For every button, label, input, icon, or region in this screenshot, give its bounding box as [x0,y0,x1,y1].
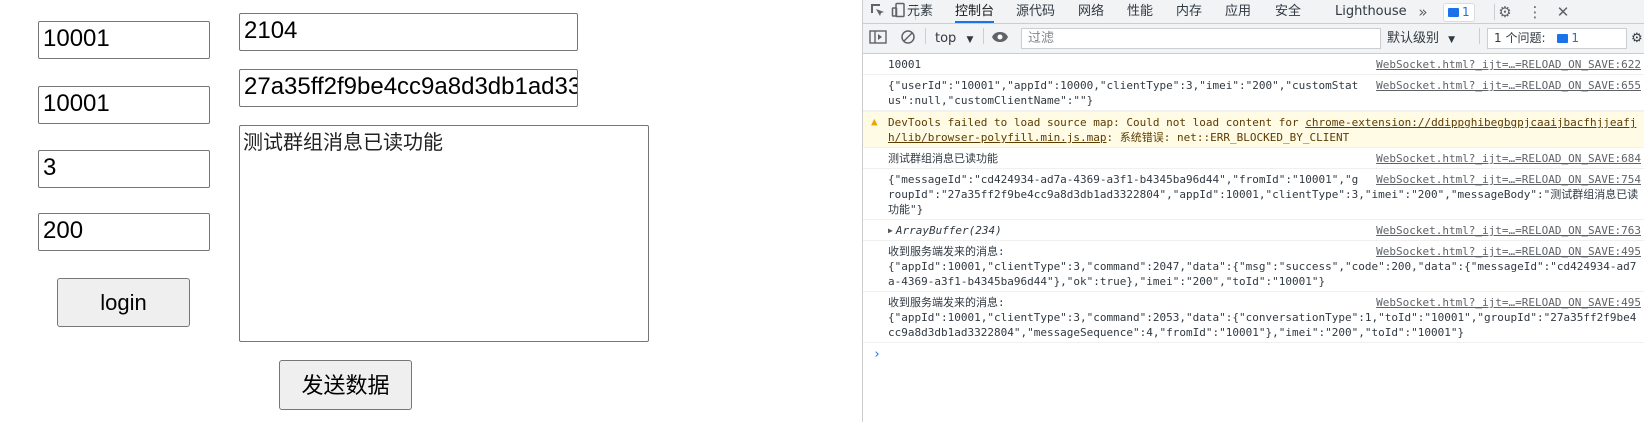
group-id-input[interactable]: 27a35ff2f9be4cc9a8d3db1ad3322804 [239,69,578,107]
close-icon[interactable]: ✕ [1553,2,1573,22]
console-prompt[interactable]: › [863,343,1644,366]
console-object[interactable]: ArrayBuffer(234) [896,224,1002,237]
console-toolbar: top ▼ 过滤 默认级别 ▼ 1 个问题: 1 ⚙ [863,24,1644,54]
filter-input[interactable]: 过滤 [1021,28,1381,49]
device-toolbar-icon[interactable] [889,2,909,22]
console-message: DevTools failed to load source map: Coul… [888,116,1637,144]
devtools-tabbar: 元素 控制台 源代码 网络 性能 内存 应用 安全 Lighthouse » 1… [863,0,1644,24]
issues-count: 1 [1571,31,1579,45]
message-textarea[interactable]: 测试群组消息已读功能 [239,125,649,342]
issues-badge-count: 1 [1462,5,1470,19]
context-label: top [935,31,957,46]
issues-label: 1 个问题: [1494,31,1546,45]
caret-down-icon: ▼ [1448,35,1456,45]
tab-lighthouse[interactable]: Lighthouse [1335,0,1407,23]
issues-badge[interactable]: 1 [1443,3,1475,22]
tab-application[interactable]: 应用 [1225,0,1251,23]
source-link[interactable]: WebSocket.html?_ijt=…=RELOAD_ON_SAVE:684 [1376,151,1641,166]
inspect-element-icon[interactable] [867,2,887,22]
command-input[interactable]: 2104 [239,13,578,51]
log-level-dropdown[interactable]: 默认级别 ▼ [1387,29,1455,49]
user-id-input[interactable]: 10001 [38,21,210,59]
send-data-button[interactable]: 发送数据 [279,360,412,410]
warning-icon: ▲ [871,115,878,128]
clear-console-icon[interactable] [900,29,916,49]
login-button[interactable]: login [57,278,190,327]
tab-security[interactable]: 安全 [1275,0,1301,23]
toolbar-divider-3 [1479,28,1480,44]
client-type-input[interactable]: 3 [38,150,210,188]
tab-performance[interactable]: 性能 [1127,0,1153,23]
message-icon [1557,34,1569,43]
toolbar-divider [925,28,926,44]
source-link[interactable]: WebSocket.html?_ijt=…=RELOAD_ON_SAVE:655 [1376,78,1641,93]
console-settings-gear-icon[interactable]: ⚙ [1631,29,1643,49]
devtools-panel: 元素 控制台 源代码 网络 性能 内存 应用 安全 Lighthouse » 1… [862,0,1644,422]
console-message: {"userId":"10001","appId":10000,"clientT… [888,79,1359,107]
console-message: 10001 [888,58,922,71]
source-link[interactable]: WebSocket.html?_ijt=…=RELOAD_ON_SAVE:622 [1376,57,1641,72]
gear-icon[interactable]: ⚙ [1495,2,1515,22]
log-level-label: 默认级别 [1387,31,1440,46]
console-row: WebSocket.html?_ijt=…=RELOAD_ON_SAVE:754… [863,169,1644,220]
toolbar-divider-2 [983,28,984,44]
console-row: WebSocket.html?_ijt=…=RELOAD_ON_SAVE:655… [863,75,1644,111]
expand-triangle-icon[interactable]: ▶ [888,223,893,238]
console-row[interactable]: WebSocket.html?_ijt=…=RELOAD_ON_SAVE:763… [863,220,1644,241]
tab-console[interactable]: 控制台 [955,0,995,23]
caret-down-icon: ▼ [966,35,974,45]
eye-icon[interactable] [991,29,1009,49]
console-output: WebSocket.html?_ijt=…=RELOAD_ON_SAVE:622… [863,54,1644,422]
more-tabs-icon[interactable]: » [1413,2,1433,22]
app-id-input[interactable]: 10001 [38,86,210,124]
console-row: WebSocket.html?_ijt=…=RELOAD_ON_SAVE:495… [863,241,1644,292]
tab-sources[interactable]: 源代码 [1016,0,1055,23]
source-link[interactable]: WebSocket.html?_ijt=…=RELOAD_ON_SAVE:754 [1376,172,1641,187]
context-selector[interactable]: top ▼ [935,29,973,49]
console-row: WebSocket.html?_ijt=…=RELOAD_ON_SAVE:495… [863,292,1644,343]
web-page: 10001 10001 3 200 login 2104 27a35ff2f9b… [0,0,862,422]
source-link[interactable]: WebSocket.html?_ijt=…=RELOAD_ON_SAVE:763 [1376,223,1641,238]
issues-counter[interactable]: 1 个问题: 1 [1487,28,1627,49]
tab-elements[interactable]: 元素 [907,0,933,23]
tab-network[interactable]: 网络 [1078,0,1104,23]
sidebar-toggle-icon[interactable] [869,29,887,49]
imei-input[interactable]: 200 [38,213,210,251]
console-warning-row: ▲ DevTools failed to load source map: Co… [863,111,1644,148]
source-link[interactable]: WebSocket.html?_ijt=…=RELOAD_ON_SAVE:495 [1376,295,1641,310]
message-icon [1448,8,1459,17]
console-message: 测试群组消息已读功能 [888,152,998,165]
tab-memory[interactable]: 内存 [1176,0,1202,23]
console-row: WebSocket.html?_ijt=…=RELOAD_ON_SAVE:684… [863,148,1644,169]
source-link[interactable]: WebSocket.html?_ijt=…=RELOAD_ON_SAVE:495 [1376,244,1641,259]
console-row: WebSocket.html?_ijt=…=RELOAD_ON_SAVE:622… [863,54,1644,75]
screen: 10001 10001 3 200 login 2104 27a35ff2f9b… [0,0,1644,422]
prompt-chevron-icon: › [873,347,881,362]
kebab-menu-icon[interactable]: ⋮ [1525,2,1545,22]
